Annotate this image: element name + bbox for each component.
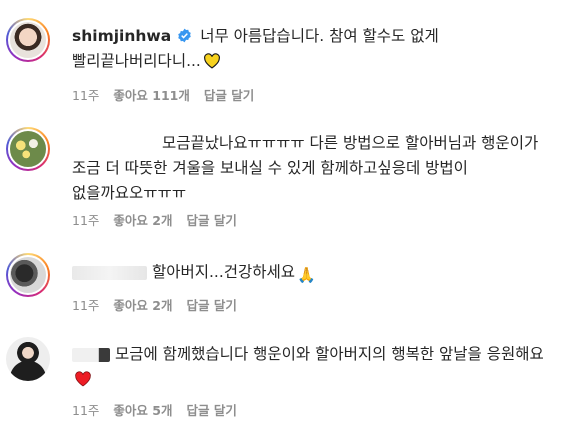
comment-meta: 11주 좋아요 2개 답글 달기	[72, 210, 237, 229]
yellow-heart-icon	[203, 53, 220, 69]
comment-meta: 11주 좋아요 2개 답글 달기	[72, 295, 237, 314]
avatar[interactable]	[6, 253, 50, 297]
reply-button[interactable]: 답글 달기	[186, 295, 236, 314]
username-redacted	[72, 347, 110, 362]
comment-meta: 11주 좋아요 111개 답글 달기	[72, 85, 254, 104]
like-count[interactable]: 좋아요 2개	[113, 295, 172, 314]
reply-button[interactable]: 답글 달기	[204, 85, 254, 104]
like-count[interactable]: 좋아요 5개	[113, 400, 172, 419]
comment-text: 모금에 함께했습니다 행운이와 할아버지의 행복한 앞날을 응원해요	[114, 345, 544, 363]
avatar[interactable]	[6, 337, 50, 381]
comment-time[interactable]: 11주	[72, 210, 99, 229]
comment-text-block: 할아버지...건강하세요 🙏	[72, 260, 557, 288]
comment-text: 할아버지...건강하세요	[151, 263, 296, 281]
comment-meta: 11주 좋아요 5개 답글 달기	[72, 400, 237, 419]
comment-time[interactable]: 11주	[72, 85, 99, 104]
avatar[interactable]	[6, 127, 50, 171]
like-count[interactable]: 좋아요 111개	[113, 85, 189, 104]
comment-time[interactable]: 11주	[72, 400, 99, 419]
comment-time[interactable]: 11주	[72, 295, 99, 314]
like-count[interactable]: 좋아요 2개	[113, 210, 172, 229]
comment-username[interactable]: shimjinhwa	[72, 27, 171, 45]
folded-hands-icon: 🙏	[297, 266, 316, 284]
comment-text-block: 모금끝났나요ㅠㅠㅠㅠ 다른 방법으로 할아버님과 행운이가 조금 더 따뜻한 겨…	[72, 131, 557, 206]
comment-text-block: shimjinhwa 너무 아름답습니다. 참여 할수도 없게 빨리끝나버리다니.…	[72, 24, 557, 74]
avatar[interactable]	[6, 18, 50, 62]
verified-badge-icon	[178, 28, 191, 43]
reply-button[interactable]: 답글 달기	[186, 210, 236, 229]
username-redacted	[72, 265, 147, 280]
comment-text-block: 모금에 함께했습니다 행운이와 할아버지의 행복한 앞날을 응원해요	[72, 342, 557, 392]
reply-button[interactable]: 답글 달기	[186, 400, 236, 419]
red-heart-icon	[75, 371, 91, 387]
